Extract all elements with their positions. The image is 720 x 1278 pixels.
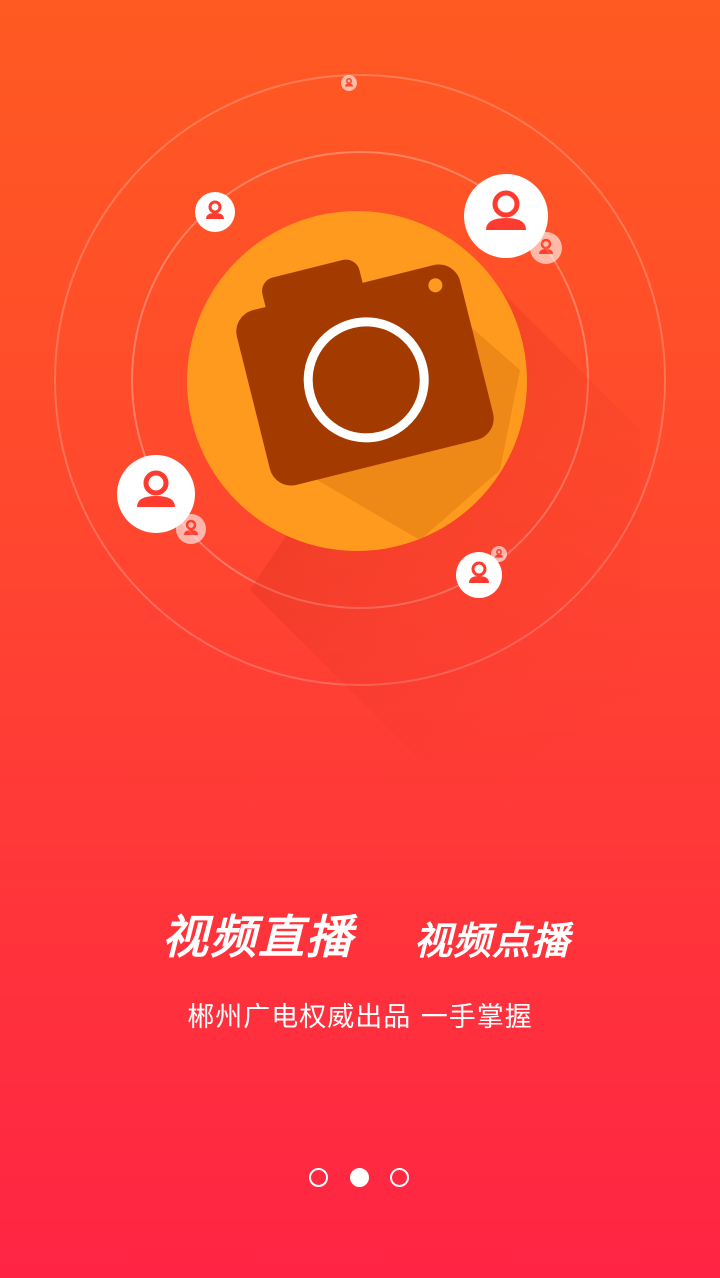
page-dot-2-active[interactable]: [350, 1168, 369, 1187]
headline: 视频直播 视频点播: [0, 905, 720, 975]
page-indicator: [307, 1168, 413, 1192]
subtitle: 郴州广电权威出品 一手掌握: [187, 1002, 533, 1033]
headline-live: 视频直播: [162, 910, 354, 964]
user-avatar-icon: [341, 75, 357, 91]
page-dot-1[interactable]: [309, 1168, 328, 1187]
page-dot-3[interactable]: [390, 1168, 409, 1187]
user-avatar-icon: [195, 192, 235, 232]
user-avatar-icon: [176, 514, 206, 544]
user-avatar-icon: [530, 232, 562, 264]
user-avatar-icon: [491, 546, 507, 562]
onboarding-illustration: [54, 74, 666, 760]
headline-vod: 视频点播: [414, 919, 571, 963]
